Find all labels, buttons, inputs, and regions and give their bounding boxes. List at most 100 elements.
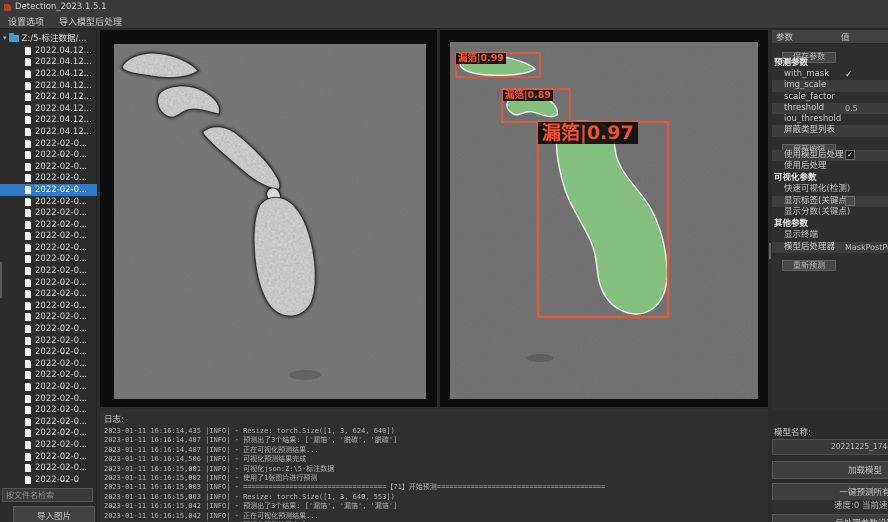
tree-item[interactable]: 2022-02-0...	[0, 416, 97, 428]
tree-item[interactable]: 2022-02-0...	[0, 254, 97, 266]
menu-item-import-postprocess[interactable]: 导入模型后处理	[59, 15, 122, 28]
file-icon	[25, 290, 31, 298]
tree-item[interactable]: 2022.04.12...	[0, 91, 97, 103]
tree-item[interactable]: 2022-02-0...	[0, 451, 97, 463]
tree-item[interactable]: 2022-02-0...	[0, 370, 97, 382]
tree-item[interactable]: 2022-02-0...	[0, 335, 97, 347]
log-line: 2023-01-11 16:16:15,001 |INFO| - 可视化json…	[104, 465, 768, 474]
model-name-field[interactable]: 20221225_174813	[772, 439, 888, 455]
tree-item[interactable]: 2022-02-0...	[0, 358, 97, 370]
left-image-panel[interactable]	[100, 30, 437, 407]
tree-item[interactable]: 2022.04.12...	[0, 115, 97, 127]
param-name: iou_threshold	[772, 114, 841, 124]
file-icon	[25, 348, 31, 356]
tree-item[interactable]: 2022-02-0...	[0, 312, 97, 324]
tree-item[interactable]: 2022-02-0...	[0, 161, 97, 173]
param-row[interactable]: 使用模型后处理✓	[772, 150, 888, 161]
tree-item[interactable]: 2022-02-0...	[0, 138, 97, 150]
param-row[interactable]: 显示终端	[772, 230, 888, 241]
tree-item[interactable]: 2022-02-0...	[0, 184, 97, 196]
tree-item[interactable]: 2022-02-0...	[0, 393, 97, 405]
param-name: img_scale	[772, 80, 826, 90]
file-icon	[25, 453, 31, 461]
tree-item[interactable]: 2022-02-0...	[0, 439, 97, 451]
tree-item[interactable]: 2022.04.12...	[0, 126, 97, 138]
log-line: 2023-01-11 16:16:14,487 |INFO| - 正在可视化预测…	[104, 446, 768, 455]
tree-item[interactable]: 2022-02-0...	[0, 323, 97, 335]
log-line: 2023-01-11 16:16:15,002 |INFO| - 使用了1张图片…	[104, 474, 768, 483]
file-icon	[25, 395, 31, 403]
tree-item[interactable]: 2022.04.12...	[0, 80, 97, 92]
tree-item[interactable]: 2022-02-0...	[0, 288, 97, 300]
param-row[interactable]: 模型后处理器MaskPostPro	[772, 242, 888, 253]
tree-item[interactable]: 2022-02-0...	[0, 207, 97, 219]
param-row[interactable]: iou_threshold	[772, 114, 888, 125]
param-name: 显示标签(关键点)	[772, 196, 850, 206]
tree-item[interactable]: 2022-02-0...	[0, 196, 97, 208]
tree-item[interactable]: 2022.04.12...	[0, 45, 97, 57]
tree-item[interactable]: 2022.04.12...	[0, 68, 97, 80]
checkbox-checked-icon[interactable]: ✓	[845, 150, 855, 160]
tree-root-node[interactable]: ▾ Z:/5-标注数据/...	[0, 30, 97, 45]
file-icon	[25, 151, 31, 159]
file-icon	[25, 325, 31, 333]
param-header-name: 参数	[772, 31, 841, 43]
param-name: 显示终端	[772, 230, 818, 240]
tree-item[interactable]: 2022-02-0...	[0, 462, 97, 474]
file-icon	[25, 174, 31, 182]
param-table-header: 参数 值	[772, 30, 888, 44]
search-input[interactable]	[2, 488, 93, 502]
param-row[interactable]: with_mask✓	[772, 69, 888, 80]
tree-item[interactable]: 2022-02-0...	[0, 265, 97, 277]
import-image-button[interactable]: 导入图片	[13, 506, 95, 522]
file-tree[interactable]: ▾ Z:/5-标注数据/... 2022.04.12...2022.04.12.…	[0, 30, 97, 486]
param-row[interactable]: 快速可视化(检测)	[772, 184, 888, 195]
right-image-panel[interactable]: 漏箔|0.99 漏箔|0.89 漏箔|0.97	[440, 30, 768, 407]
sidebar-scrollbar-thumb[interactable]	[0, 262, 2, 298]
param-row[interactable]: threshold0.5	[772, 103, 888, 114]
postprocess-settings-button[interactable]: 后处理参数设置	[772, 514, 888, 522]
param-name: 显示分数(关键点)	[772, 207, 850, 217]
tree-expander-icon[interactable]: ▾	[3, 34, 7, 42]
tree-item[interactable]: 2022-02-0...	[0, 173, 97, 185]
window-title: Detection_2023.1.5.1	[15, 2, 107, 12]
right-image-canvas	[440, 30, 768, 407]
tree-item[interactable]: 2022-02-0...	[0, 231, 97, 243]
param-row[interactable]: 显示标签(关键点)	[772, 196, 888, 207]
file-icon	[25, 116, 31, 124]
param-section-header: 可视化参数	[772, 172, 888, 184]
menu-item-settings[interactable]: 设置选项	[8, 15, 44, 28]
file-icon	[25, 58, 31, 66]
param-header-value: 值	[841, 31, 850, 43]
param-button[interactable]: 重新预测	[782, 260, 836, 271]
tree-item[interactable]: 2022.04.12...	[0, 57, 97, 69]
file-icon	[25, 360, 31, 368]
tree-item[interactable]: 2022.04.12...	[0, 103, 97, 115]
tree-item[interactable]: 2022-02-0...	[0, 300, 97, 312]
tree-root-label: Z:/5-标注数据/...	[22, 32, 87, 44]
tree-item[interactable]: 2022-02-0...	[0, 428, 97, 440]
param-value	[845, 196, 855, 207]
predict-all-button[interactable]: 一键预测所有	[772, 483, 888, 501]
tree-item[interactable]: 2022-02-0	[0, 474, 97, 486]
param-row[interactable]: img_scale	[772, 80, 888, 91]
tree-item[interactable]: 2022-02-0...	[0, 277, 97, 289]
tree-item[interactable]: 2022-02-0...	[0, 346, 97, 358]
param-row[interactable]: 屏蔽类型列表	[772, 125, 888, 136]
load-model-button[interactable]: 加载模型	[772, 461, 888, 479]
checkbox-empty-icon[interactable]	[845, 196, 855, 206]
log-line: 2023-01-11 16:16:15,042 |INFO| - 预测出了3个结…	[104, 502, 768, 511]
param-row[interactable]: 使用后处理	[772, 161, 888, 172]
tree-item[interactable]: 2022-02-0...	[0, 219, 97, 231]
param-row[interactable]: scale_factor	[772, 92, 888, 103]
left-image-canvas	[100, 30, 437, 407]
tree-item[interactable]: 2022-02-0...	[0, 381, 97, 393]
tree-item[interactable]: 2022-02-0...	[0, 149, 97, 161]
file-icon	[25, 163, 31, 171]
panel-splitter-handle[interactable]	[769, 243, 771, 259]
file-tree-items: 2022.04.12...2022.04.12...2022.04.12...2…	[0, 45, 97, 486]
tree-item[interactable]: 2022-02-0...	[0, 404, 97, 416]
file-icon	[25, 186, 31, 194]
tree-item[interactable]: 2022-02-0...	[0, 242, 97, 254]
param-row[interactable]: 显示分数(关键点)	[772, 207, 888, 218]
